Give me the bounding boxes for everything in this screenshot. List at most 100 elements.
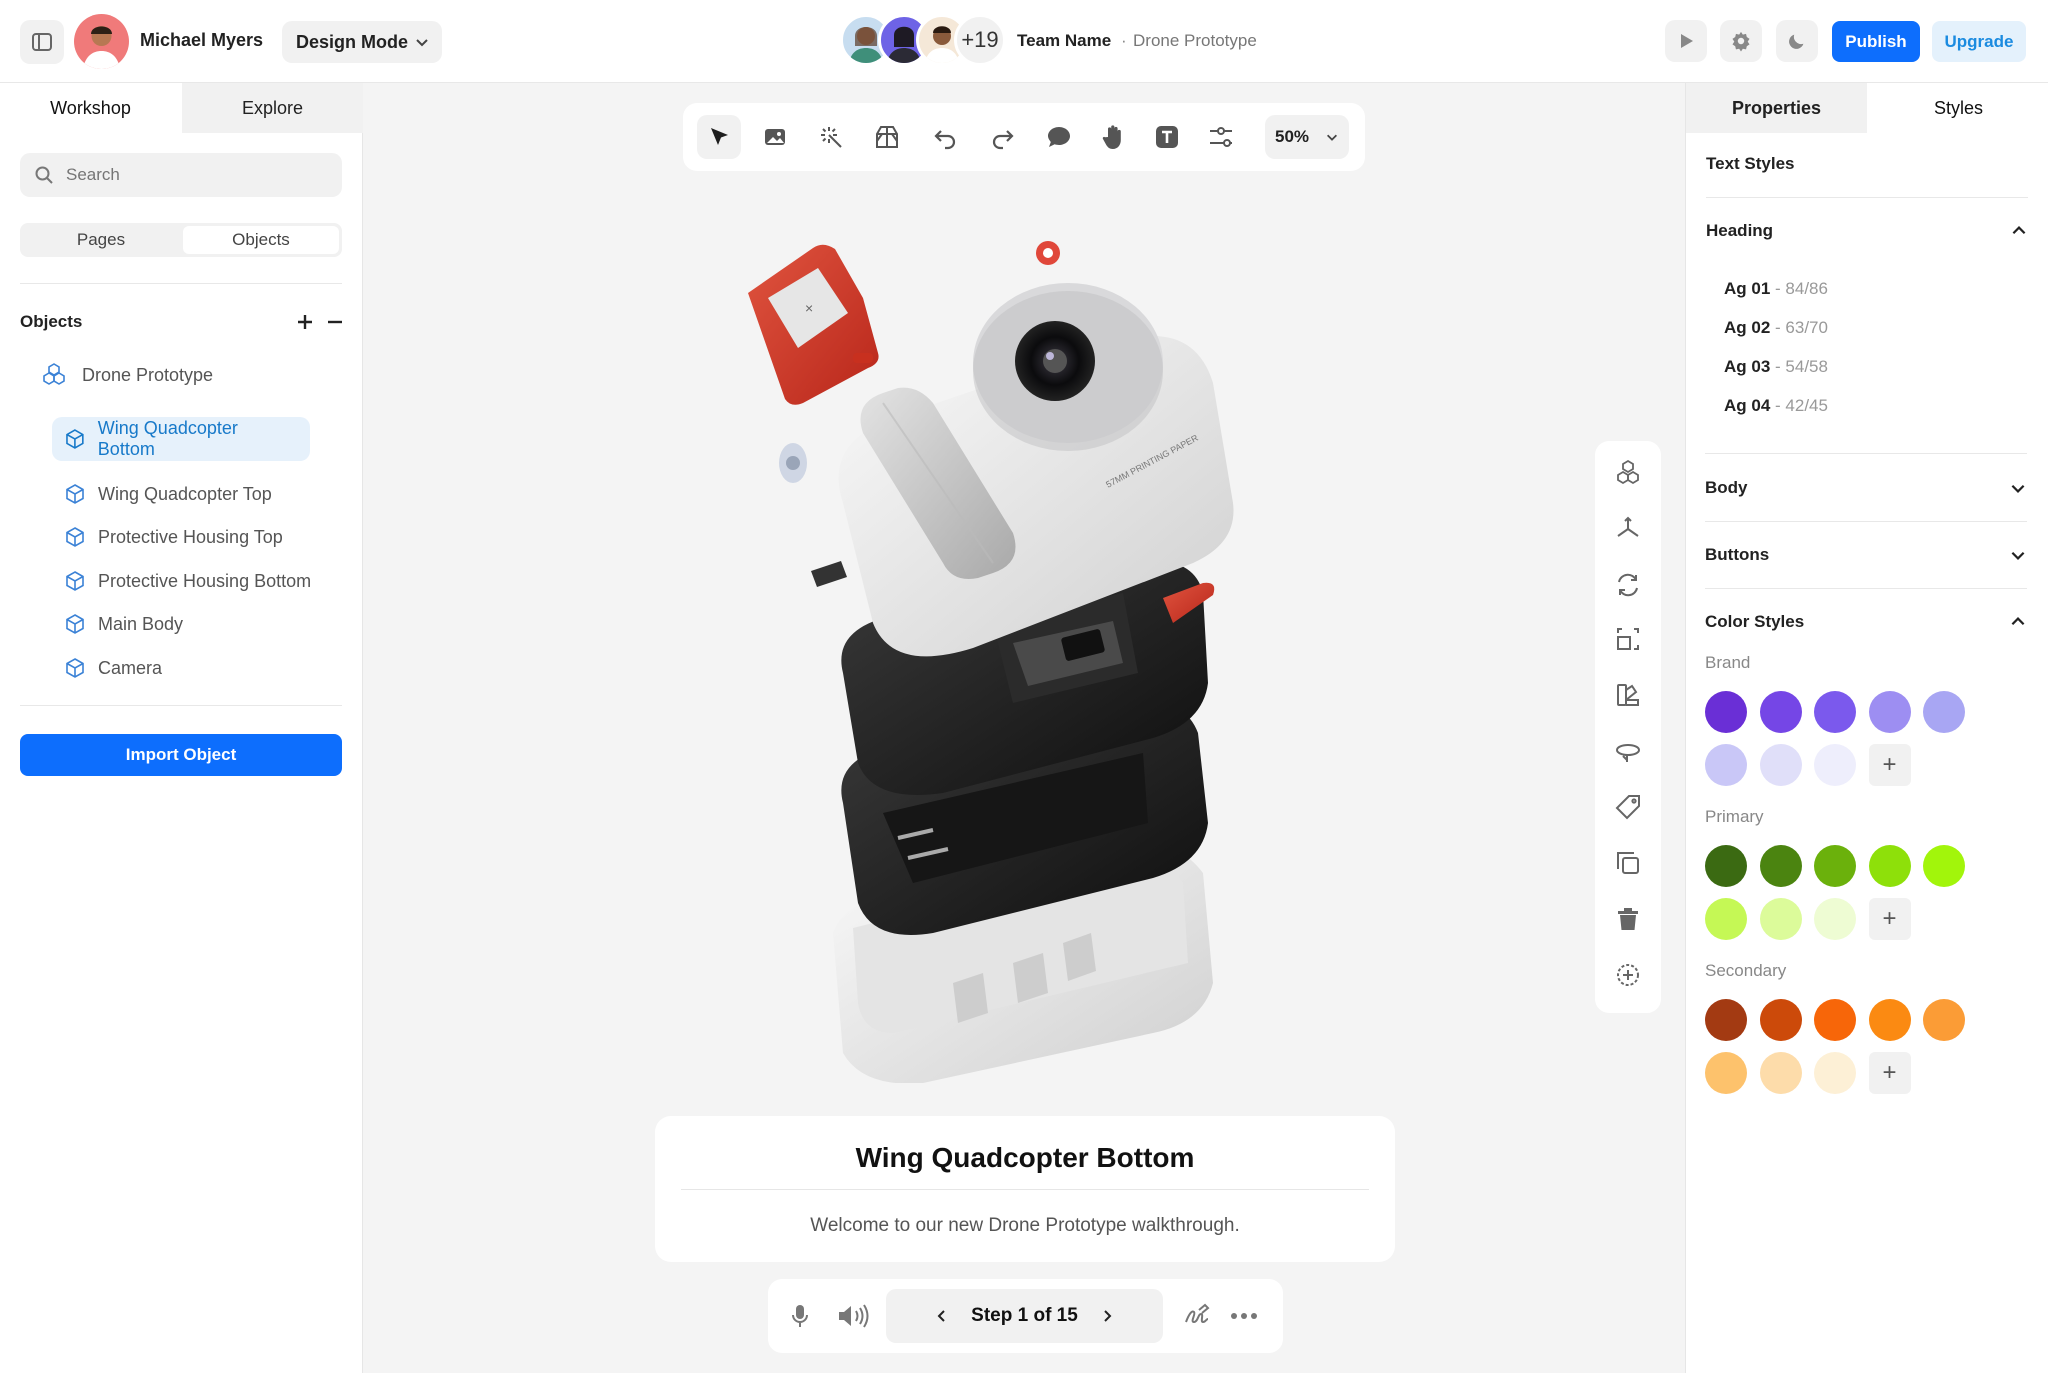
object-item[interactable]: Protective Housing Top	[52, 515, 295, 559]
undo-tool[interactable]	[923, 115, 967, 159]
tab-properties[interactable]: Properties	[1686, 83, 1867, 133]
search-field[interactable]	[20, 153, 342, 197]
chevron-right-icon[interactable]	[1099, 1308, 1115, 1324]
caption-title: Wing Quadcopter Bottom	[855, 1142, 1195, 1173]
heading-section-header[interactable]: Heading	[1706, 206, 2028, 256]
box-tool[interactable]	[865, 115, 909, 159]
avatar[interactable]	[74, 14, 129, 69]
color-swatch[interactable]	[1868, 845, 1911, 887]
adjust-tool[interactable]	[1199, 115, 1243, 159]
upgrade-button[interactable]: Upgrade	[1932, 21, 2026, 62]
buttons-section-header[interactable]: Buttons	[1705, 530, 2027, 580]
collaborator-avatars[interactable]: +19	[840, 14, 1010, 69]
color-swatch[interactable]	[1923, 691, 1965, 733]
import-object-button[interactable]: Import Object	[20, 734, 342, 776]
rotate-tool[interactable]	[1606, 563, 1650, 607]
color-swatch[interactable]	[1759, 744, 1802, 786]
dark-mode-button[interactable]	[1776, 20, 1818, 62]
color-swatch[interactable]	[1705, 999, 1747, 1041]
object-item[interactable]: Protective Housing Bottom	[52, 559, 323, 603]
search-input[interactable]	[66, 165, 326, 185]
segment-pages[interactable]: Pages	[23, 226, 179, 254]
object-item[interactable]: Main Body	[52, 602, 195, 646]
color-styles-section-header[interactable]: Color Styles	[1705, 597, 2027, 647]
add-color-button[interactable]: +	[1868, 744, 1911, 786]
segment-objects[interactable]: Objects	[183, 226, 339, 254]
play-button[interactable]	[1665, 20, 1707, 62]
color-swatch[interactable]	[1759, 999, 1802, 1041]
heading-style-item[interactable]: Ag 02 - 63/70	[1724, 318, 1828, 338]
sidebar-toggle-button[interactable]	[20, 20, 64, 64]
object-item[interactable]: Camera	[52, 646, 174, 690]
text-icon	[1156, 126, 1178, 148]
canvas[interactable]: 50% 57MM PRINTING PAPER × Wing Quadcopte…	[363, 83, 1685, 1373]
color-swatch[interactable]	[1868, 999, 1911, 1041]
primary-swatches: +	[1705, 845, 2005, 945]
components-tool[interactable]	[1606, 451, 1650, 495]
publish-button[interactable]: Publish	[1832, 21, 1920, 62]
color-swatch[interactable]	[1868, 691, 1911, 733]
object-root-item[interactable]: Drone Prototype	[40, 353, 213, 397]
object-item[interactable]: Wing Quadcopter Top	[52, 472, 284, 516]
color-swatch[interactable]	[1705, 845, 1747, 887]
cubes-icon	[43, 363, 65, 385]
add-color-button[interactable]: +	[1868, 898, 1911, 940]
body-section-header[interactable]: Body	[1705, 463, 2027, 513]
hand-tool[interactable]	[1091, 115, 1135, 159]
microphone-icon[interactable]	[788, 1302, 812, 1330]
chevron-down-icon	[2011, 551, 2025, 560]
tag-tool[interactable]	[1606, 785, 1650, 829]
color-swatch[interactable]	[1705, 744, 1747, 786]
comment-tool[interactable]	[1037, 115, 1081, 159]
add-icon[interactable]	[296, 313, 314, 331]
color-swatch[interactable]	[1759, 898, 1802, 940]
signature-icon[interactable]	[1183, 1302, 1211, 1330]
text-tool[interactable]	[1145, 115, 1189, 159]
zoom-dropdown[interactable]: 50%	[1265, 115, 1349, 159]
remove-icon[interactable]	[326, 313, 344, 331]
heading-style-item[interactable]: Ag 03 - 54/58	[1724, 357, 1828, 377]
add-color-button[interactable]: +	[1868, 1052, 1911, 1094]
tab-styles[interactable]: Styles	[1868, 83, 2048, 133]
color-swatch[interactable]	[1923, 999, 1965, 1041]
caption-card: Wing Quadcopter Bottom Welcome to our ne…	[655, 1116, 1395, 1262]
redo-tool[interactable]	[981, 115, 1025, 159]
color-swatch[interactable]	[1759, 691, 1802, 733]
tab-workshop[interactable]: Workshop	[0, 83, 181, 133]
more-icon[interactable]	[1230, 1312, 1258, 1320]
color-swatch[interactable]	[1759, 1052, 1802, 1094]
duplicate-tool[interactable]	[1606, 841, 1650, 885]
heading-style-item[interactable]: Ag 04 - 42/45	[1724, 396, 1828, 416]
axis-tool[interactable]	[1606, 507, 1650, 551]
tab-explore[interactable]: Explore	[182, 83, 363, 133]
color-swatch[interactable]	[1759, 845, 1802, 887]
object-item-selected[interactable]: Wing Quadcopter Bottom	[52, 417, 310, 461]
color-swatch[interactable]	[1814, 845, 1856, 887]
color-swatch[interactable]	[1705, 898, 1747, 940]
settings-button[interactable]	[1720, 20, 1762, 62]
magic-wand-tool[interactable]	[809, 115, 853, 159]
pointer-tool[interactable]	[697, 115, 741, 159]
color-swatch[interactable]	[1705, 1052, 1747, 1094]
color-swatch[interactable]	[1814, 744, 1856, 786]
sliders-icon	[1210, 127, 1232, 147]
brand-swatches: +	[1705, 691, 2005, 791]
product-render[interactable]: 57MM PRINTING PAPER ×	[693, 203, 1293, 1083]
add-point-tool[interactable]	[1606, 953, 1650, 997]
color-swatch[interactable]	[1814, 999, 1856, 1041]
color-swatch[interactable]	[1814, 691, 1856, 733]
material-tool[interactable]	[1606, 673, 1650, 717]
color-swatch[interactable]	[1814, 1052, 1856, 1094]
mode-dropdown[interactable]: Design Mode	[282, 21, 442, 63]
heading-style-item[interactable]: Ag 01 - 84/86	[1724, 279, 1828, 299]
image-tool[interactable]	[753, 115, 797, 159]
delete-tool[interactable]	[1606, 897, 1650, 941]
color-swatch[interactable]	[1705, 691, 1747, 733]
scale-tool[interactable]	[1606, 617, 1650, 661]
orbit-tool[interactable]	[1606, 729, 1650, 773]
speaker-icon[interactable]	[836, 1302, 870, 1330]
side-toolbar	[1595, 441, 1661, 1013]
duplicate-icon	[1617, 852, 1639, 874]
color-swatch[interactable]	[1923, 845, 1965, 887]
color-swatch[interactable]	[1814, 898, 1856, 940]
